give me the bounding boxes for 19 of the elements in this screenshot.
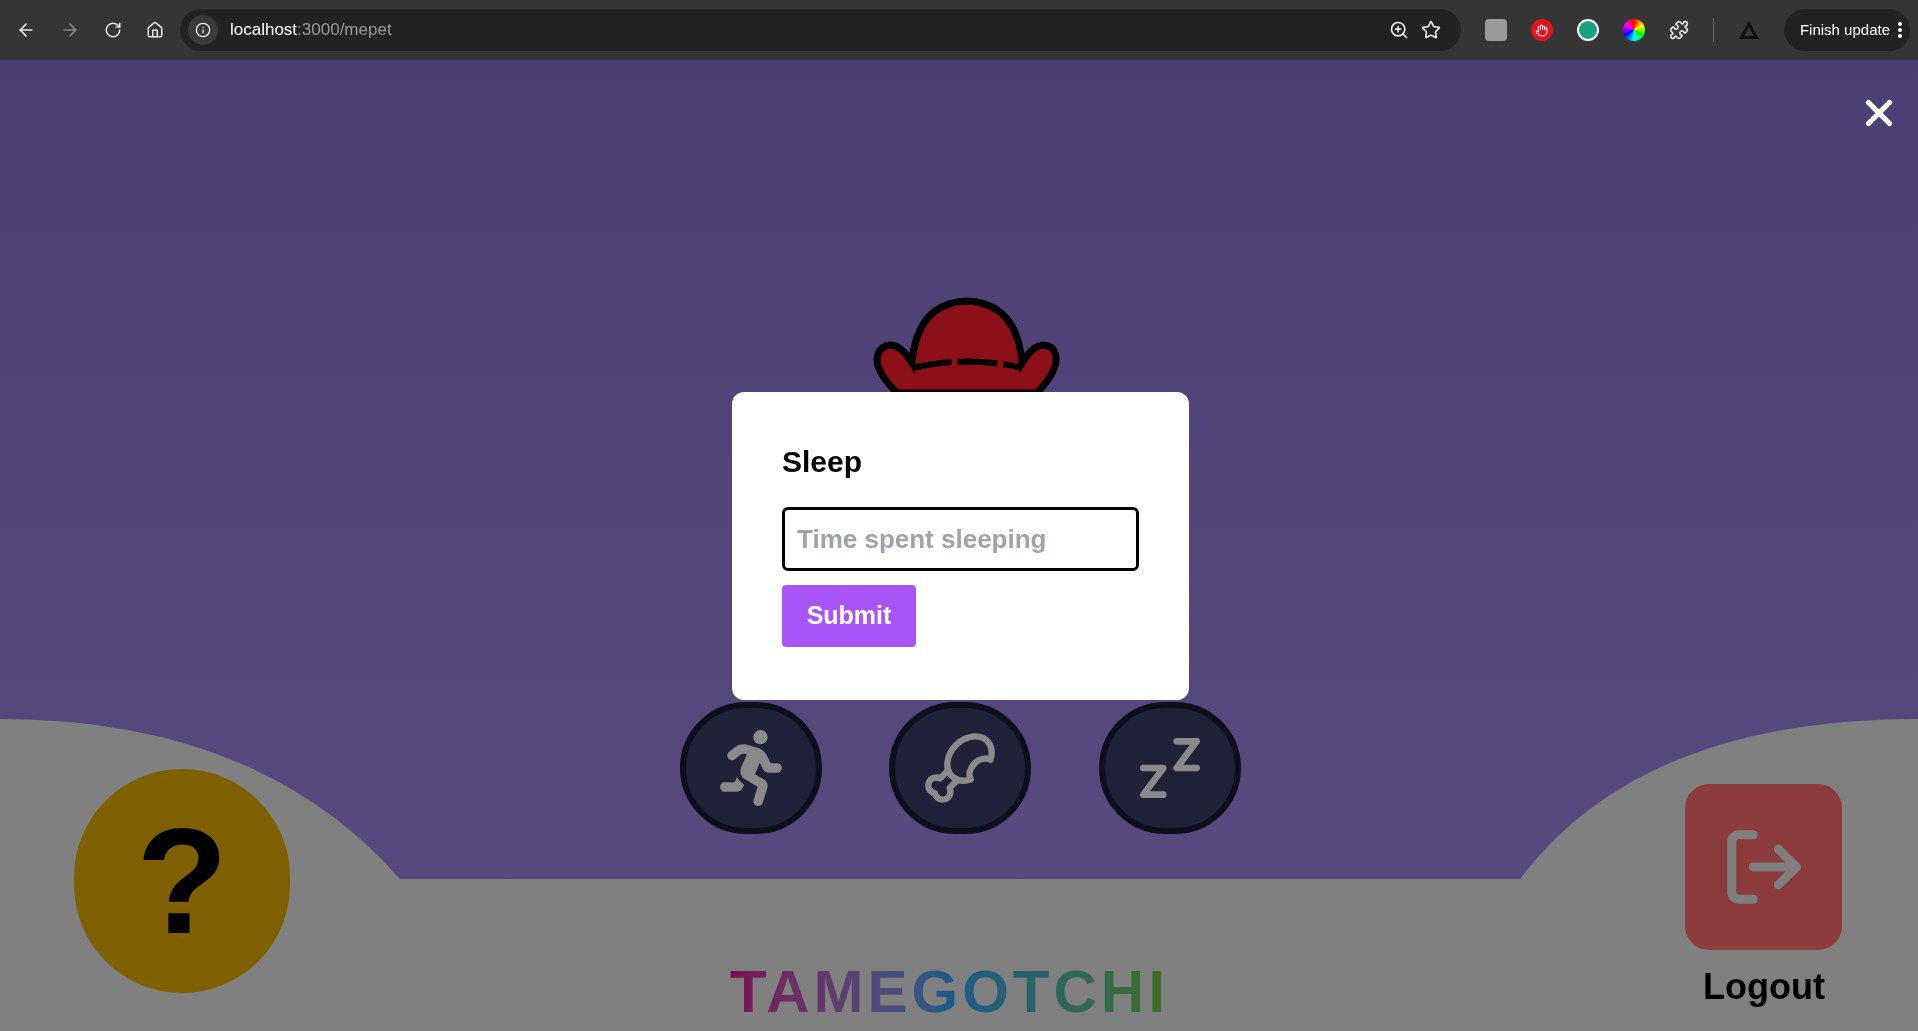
home-icon[interactable] (146, 21, 164, 39)
grammar-extension-icon[interactable] (1576, 19, 1599, 41)
hand-extension-icon[interactable] (1530, 19, 1553, 41)
url-text: localhost:3000/mepet (230, 19, 392, 42)
submit-button[interactable]: Submit (782, 585, 916, 647)
extension-icon[interactable] (1484, 19, 1507, 41)
logout-label: Logout (1702, 965, 1826, 1009)
update-button[interactable]: Finish update (1783, 9, 1910, 51)
color-wheel-icon[interactable] (1622, 19, 1645, 41)
address-bar[interactable]: localhost:3000/mepet (180, 9, 1461, 51)
reload-icon[interactable] (104, 21, 122, 39)
drumstick-icon (922, 730, 998, 806)
sleep-time-field[interactable]: Time spent sleeping (782, 507, 1139, 571)
bookmark-star-icon[interactable] (1420, 20, 1441, 40)
dialog-title: Sleep (782, 447, 864, 477)
menu-icon (1898, 22, 1902, 38)
zoom-icon[interactable] (1388, 20, 1409, 40)
info-icon[interactable] (188, 15, 218, 45)
extensions-icon[interactable] (1668, 20, 1689, 40)
